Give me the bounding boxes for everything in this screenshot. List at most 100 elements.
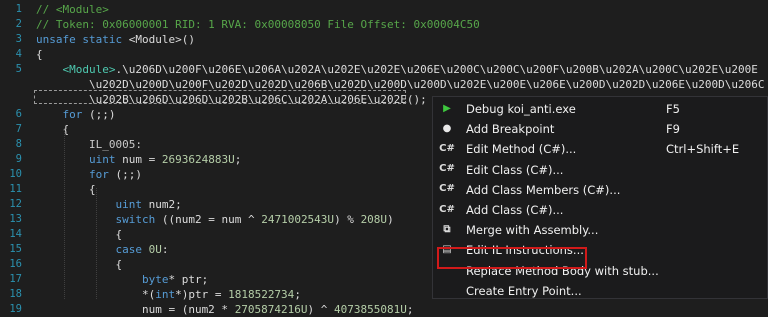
code-token: for (62, 108, 83, 121)
code-text: { (36, 182, 96, 197)
code-text: { (36, 47, 43, 62)
menu-item-label: Add Class Members (C#)... (466, 182, 621, 197)
menu-item-label: Debug koi_anti.exe (466, 102, 576, 116)
code-text: uint num2; (36, 197, 182, 212)
code-token: ) ^ (307, 303, 335, 316)
line-number: 15 (9, 243, 22, 255)
code-line[interactable]: 4{ (0, 47, 768, 62)
code-token: ; (294, 288, 301, 301)
code-token: ; (234, 153, 242, 166)
code-token: ) (387, 213, 394, 226)
code-token: 0U (148, 243, 162, 256)
code-token: ) % (334, 213, 361, 226)
code-token: .\u206D\u200F\u206E\u206A\u202A\u202E\u2… (115, 63, 758, 76)
line-number: 10 (9, 168, 22, 180)
code-token: : (161, 243, 169, 256)
code-line[interactable]: 1 // <Module> (0, 2, 768, 17)
menu-item-shortcut: Ctrl+Shift+E (666, 142, 740, 157)
code-line[interactable]: 5 <Module>.\u206D\u200F\u206E\u206A\u202… (0, 62, 768, 77)
indent-guide (64, 128, 65, 299)
line-number: 6 (15, 108, 22, 120)
menu-item-debug-koi-anti-exe[interactable]: ▶ Debug koi_anti.exe F5 (433, 98, 767, 119)
line-number: 1 (15, 3, 22, 15)
code-token: <Module> (62, 63, 116, 76)
menu-item-label: Add Class (C#)... (466, 203, 564, 217)
menu-item-shortcut: F5 (666, 102, 680, 116)
code-text: for (;;) (36, 107, 116, 122)
line-number: 3 (15, 33, 22, 45)
menu-item-create-entry-point[interactable]: Create Entry Point... (433, 280, 767, 301)
menu-item-edit-method-c[interactable]: C# Edit Method (C#)... Ctrl+Shift+E (433, 138, 767, 159)
csharp-icon: C# (439, 142, 455, 154)
code-token: { (36, 183, 96, 196)
line-number: 17 (9, 273, 22, 285)
menu-item-edit-class-c[interactable]: C# Edit Class (C#)... (433, 159, 767, 180)
code-text: { (36, 257, 122, 272)
code-text: // Token: 0x06000001 RID: 1 RVA: 0x00008… (36, 17, 480, 32)
line-number: 11 (9, 183, 22, 195)
menu-item-merge-with-assembly[interactable]: ⧉ Merge with Assembly... (433, 219, 767, 240)
code-text: num = (num2 * 2705874216U) ^ 4073855081U… (36, 302, 414, 317)
code-text: unsafe static <Module>() (36, 32, 195, 47)
menu-item-add-class-c[interactable]: C# Add Class (C#)... (433, 199, 767, 220)
code-token: IL_0005: (36, 138, 142, 151)
code-token: 2471002543U (261, 213, 335, 226)
line-number: 12 (9, 198, 22, 210)
statement-selection (34, 90, 406, 104)
code-text: *(int*)ptr = 1818522734; (36, 287, 301, 302)
line-number: 14 (9, 228, 22, 240)
line-number: 18 (9, 288, 22, 300)
code-token: { (36, 228, 123, 241)
code-token: (;;) (108, 168, 142, 181)
code-text: // <Module> (36, 2, 109, 17)
code-token: num2; (141, 198, 182, 211)
code-token: uint (115, 198, 142, 211)
menu-item-add-breakpoint[interactable]: ● Add Breakpoint F9 (433, 118, 767, 139)
code-line[interactable]: 19 num = (num2 * 2705874216U) ^ 40738550… (0, 302, 768, 317)
code-token: num = (115, 153, 162, 166)
menu-item-label: Merge with Assembly... (466, 223, 599, 238)
code-token: unsafe static (36, 33, 129, 46)
code-line[interactable]: 2 // Token: 0x06000001 RID: 1 RVA: 0x0000… (0, 17, 768, 32)
code-line[interactable]: 3 unsafe static <Module>() (0, 32, 768, 47)
code-token: int (155, 288, 176, 301)
code-text: case 0U: (36, 242, 168, 257)
code-text: uint num = 2693624883U; (36, 152, 241, 167)
line-number: 19 (9, 303, 22, 315)
code-token: (;;) (82, 108, 116, 121)
merge-icon: ⧉ (443, 223, 451, 235)
code-token: // <Module> (36, 3, 109, 16)
code-token: *)ptr = (175, 288, 229, 301)
line-number: 16 (9, 258, 22, 270)
breakpoint-icon: ● (442, 122, 452, 134)
code-token: case (115, 243, 142, 256)
line-number: 5 (15, 63, 22, 75)
code-token: 1818522734 (228, 288, 295, 301)
menu-item-add-class-members-c[interactable]: C# Add Class Members (C#)... (433, 179, 767, 200)
code-text: for (;;) (36, 167, 142, 182)
csharp-icon: C# (439, 183, 455, 195)
code-token: ((num2 = num ^ (155, 213, 262, 226)
code-token: <Module>() (128, 33, 195, 46)
line-number: 7 (15, 123, 22, 135)
code-text: { (36, 227, 122, 242)
menu-item-label: Edit Method (C#)... (466, 142, 577, 157)
code-token: uint (88, 153, 116, 166)
indent-guide (96, 188, 97, 299)
code-token: byte (141, 273, 169, 286)
csharp-icon: C# (439, 163, 455, 175)
code-text: switch ((num2 = num ^ 2471002543U) % 208… (36, 212, 394, 227)
menu-item-label: Create Entry Point... (466, 283, 582, 298)
code-token: for (88, 168, 109, 181)
menu-item-shortcut: F9 (666, 122, 680, 137)
code-token: 4073855081U (334, 303, 407, 316)
line-number: 4 (15, 48, 22, 60)
